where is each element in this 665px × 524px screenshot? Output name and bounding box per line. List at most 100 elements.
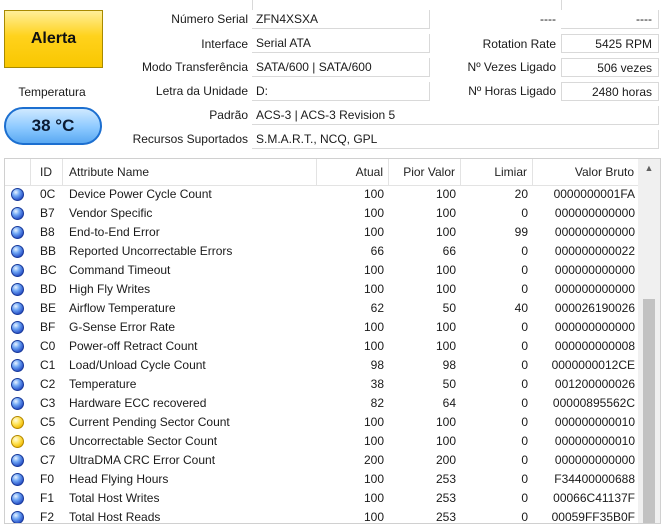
table-row[interactable]: C1 Load/Unload Cycle Count 98 98 0 0000000012… [5, 356, 639, 375]
cell-attribute-name: UltraDMA CRC Error Count [69, 453, 216, 467]
cell-raw-value: 0000000012CE [551, 358, 635, 372]
cell-id: BE [40, 301, 57, 315]
scrollbar-thumb[interactable] [643, 299, 655, 523]
cell-raw-value: 000000000008 [554, 339, 635, 353]
rotation-rate-value: 5425 RPM [561, 34, 659, 53]
vertical-scrollbar[interactable]: ▲ [638, 159, 660, 523]
status-good-icon [11, 302, 24, 315]
table-row[interactable]: C6 Uncorrectable Sector Count 100 100 0 00000… [5, 432, 639, 451]
cell-current: 100 [363, 339, 384, 353]
cell-worst: 200 [435, 453, 456, 467]
cell-raw-value: 001200000026 [554, 377, 635, 391]
status-good-icon [11, 492, 24, 505]
cell-worst: 100 [435, 206, 456, 220]
cell-worst: 100 [435, 320, 456, 334]
cell-threshold: 0 [521, 206, 528, 220]
cell-attribute-name: Vendor Specific [69, 206, 153, 220]
drive-letter-label: Letra da Unidade [155, 84, 248, 98]
status-good-icon [11, 511, 24, 523]
cell-threshold: 20 [514, 187, 528, 201]
table-row[interactable]: BF G-Sense Error Rate 100 100 0 000000000000 [5, 318, 639, 337]
temperature-button[interactable]: 38 °C [4, 107, 102, 145]
status-caution-icon [11, 416, 24, 429]
cell-worst: 50 [442, 377, 456, 391]
cell-raw-value: 000026190026 [554, 301, 635, 315]
cell-worst: 100 [435, 415, 456, 429]
table-row[interactable]: C0 Power-off Retract Count 100 100 0 00000000… [5, 337, 639, 356]
cell-attribute-name: Total Host Writes [69, 491, 160, 505]
power-on-hours-label: Nº Horas Ligado [468, 84, 556, 98]
table-row[interactable]: C2 Temperature 38 50 0 001200000026 [5, 375, 639, 394]
cell-id: BC [40, 263, 57, 277]
cell-attribute-name: Command Timeout [69, 263, 171, 277]
table-row[interactable]: BC Command Timeout 100 100 0 000000000000 [5, 261, 639, 280]
table-row[interactable]: F1 Total Host Writes 100 253 0 00066C41137F [5, 489, 639, 508]
table-row[interactable]: BD High Fly Writes 100 100 0 000000000000 [5, 280, 639, 299]
table-row[interactable]: F0 Head Flying Hours 100 253 0 F34400000688 [5, 470, 639, 489]
table-row[interactable]: BE Airflow Temperature 62 50 40 000026190026 [5, 299, 639, 318]
cell-threshold: 0 [521, 453, 528, 467]
table-row[interactable]: C7 UltraDMA CRC Error Count 200 200 0 0000000… [5, 451, 639, 470]
status-good-icon [11, 359, 24, 372]
status-good-icon [11, 321, 24, 334]
cell-id: F1 [40, 491, 55, 505]
scroll-up-icon[interactable]: ▲ [638, 159, 660, 177]
cell-raw-value: 00059FF35B0F [551, 510, 635, 524]
cell-threshold: 0 [521, 377, 528, 391]
header-threshold[interactable]: Limiar [461, 159, 533, 185]
table-row[interactable]: F2 Total Host Reads 100 253 0 00059FF35B0F [5, 508, 639, 524]
cell-raw-value: 000000000000 [554, 320, 635, 334]
divider [252, 0, 253, 10]
cell-attribute-name: Hardware ECC recovered [69, 396, 207, 410]
cell-worst: 253 [435, 510, 456, 524]
header-attribute-name[interactable]: Attribute Name [63, 159, 317, 185]
header-raw-value[interactable]: Valor Bruto [533, 159, 639, 185]
rotation-rate-label: Rotation Rate [482, 37, 556, 51]
cell-raw-value: 0000000001FA [553, 187, 635, 201]
header-status-column[interactable] [5, 159, 31, 185]
cell-id: BB [40, 244, 57, 258]
status-good-icon [11, 264, 24, 277]
power-on-hours-value: 2480 horas [561, 82, 659, 101]
table-row[interactable]: B7 Vendor Specific 100 100 0 000000000000 [5, 204, 639, 223]
table-row[interactable]: B8 End-to-End Error 100 100 99 000000000000 [5, 223, 639, 242]
status-good-icon [11, 207, 24, 220]
divider [561, 0, 562, 10]
header-id[interactable]: ID [31, 159, 63, 185]
header-current[interactable]: Atual [317, 159, 389, 185]
cell-id: C5 [40, 415, 56, 429]
status-good-icon [11, 378, 24, 391]
cell-current: 100 [363, 491, 384, 505]
cell-worst: 100 [435, 263, 456, 277]
cell-attribute-name: Total Host Reads [69, 510, 161, 524]
cell-raw-value: 000000000000 [554, 282, 635, 296]
cell-id: C3 [40, 396, 56, 410]
cell-threshold: 0 [521, 358, 528, 372]
features-label: Recursos Suportados [132, 132, 248, 146]
cell-worst: 64 [442, 396, 456, 410]
status-caution-icon [11, 435, 24, 448]
cell-attribute-name: Airflow Temperature [69, 301, 176, 315]
table-row[interactable]: C3 Hardware ECC recovered 82 64 0 00000895562… [5, 394, 639, 413]
cell-raw-value: 00000895562C [552, 396, 635, 410]
table-row[interactable]: C5 Current Pending Sector Count 100 100 0 000… [5, 413, 639, 432]
status-good-icon [11, 397, 24, 410]
cell-threshold: 0 [521, 320, 528, 334]
cell-attribute-name: Current Pending Sector Count [69, 415, 230, 429]
cell-current: 66 [370, 244, 384, 258]
cell-id: B7 [40, 206, 55, 220]
table-row[interactable]: BB Reported Uncorrectable Errors 66 66 0 0000… [5, 242, 639, 261]
cell-attribute-name: Device Power Cycle Count [69, 187, 212, 201]
health-status-button[interactable]: Alerta [4, 10, 103, 68]
cell-current: 100 [363, 263, 384, 277]
status-good-icon [11, 473, 24, 486]
cell-id: C1 [40, 358, 56, 372]
cell-worst: 50 [442, 301, 456, 315]
cell-threshold: 0 [521, 434, 528, 448]
cell-worst: 98 [442, 358, 456, 372]
table-row[interactable]: 0C Device Power Cycle Count 100 100 20 000000… [5, 185, 639, 204]
cell-threshold: 0 [521, 510, 528, 524]
cell-threshold: 40 [514, 301, 528, 315]
header-worst[interactable]: Pior Valor [389, 159, 461, 185]
cell-threshold: 0 [521, 282, 528, 296]
